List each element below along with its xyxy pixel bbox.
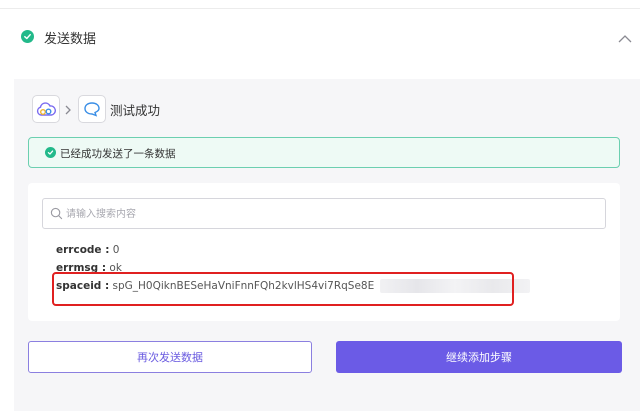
- step-title: 测试成功: [110, 103, 161, 118]
- spaceid-highlight-box: [52, 272, 514, 306]
- success-banner: 已经成功发送了一条数据: [28, 137, 620, 168]
- chevron-right-icon: [64, 101, 72, 115]
- errcode-value: 0: [112, 244, 120, 256]
- errcode-key: errcode :: [56, 244, 110, 256]
- result-row-errcode: errcode : 0: [56, 244, 119, 256]
- section-title: 发送数据: [44, 32, 97, 47]
- search-box[interactable]: [42, 198, 606, 229]
- search-input[interactable]: [64, 200, 603, 229]
- chevron-up-icon[interactable]: [618, 29, 632, 43]
- check-circle-icon: [21, 30, 34, 43]
- search-icon: [50, 207, 63, 220]
- continue-add-step-button[interactable]: 继续添加步骤: [336, 341, 622, 373]
- check-circle-icon: [45, 147, 56, 158]
- resend-data-button[interactable]: 再次发送数据: [28, 341, 312, 373]
- cloud-app-icon[interactable]: [32, 95, 60, 123]
- chat-action-icon[interactable]: [78, 95, 106, 123]
- banner-text: 已经成功发送了一条数据: [60, 148, 176, 160]
